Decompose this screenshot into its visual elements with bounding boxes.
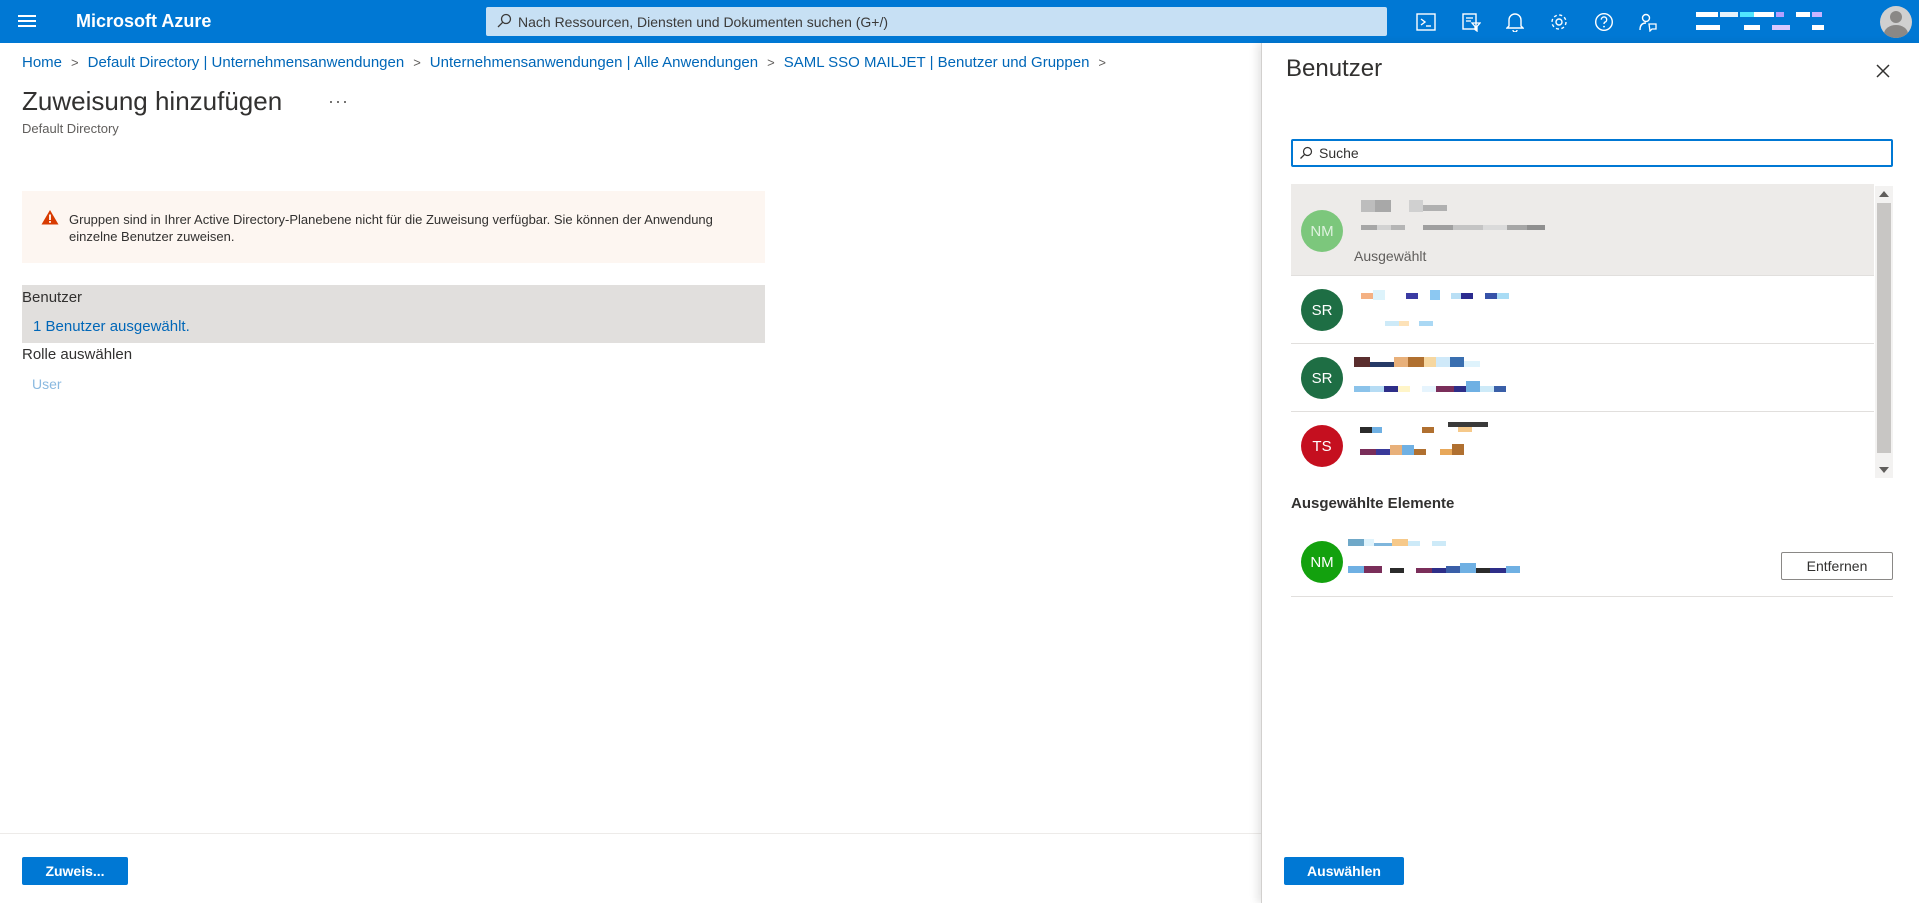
avatar: TS	[1301, 425, 1343, 467]
avatar: SR	[1301, 289, 1343, 331]
settings-icon[interactable]	[1547, 10, 1571, 34]
chevron-right-icon: >	[1098, 55, 1107, 70]
avatar: SR	[1301, 357, 1343, 399]
brand-title[interactable]: Microsoft Azure	[76, 11, 211, 32]
page-title: Zuweisung hinzufügen	[22, 86, 283, 116]
scroll-up-arrow-icon[interactable]	[1879, 191, 1889, 197]
footer-divider	[0, 833, 1261, 834]
more-options-icon[interactable]: ···	[328, 91, 349, 112]
user-status: Ausgewählt	[1354, 248, 1427, 264]
chevron-right-icon: >	[71, 55, 79, 70]
users-selected-link[interactable]: 1 Benutzer ausgewählt.	[33, 318, 190, 335]
chevron-right-icon: >	[413, 55, 421, 70]
scroll-down-arrow-icon[interactable]	[1879, 467, 1889, 473]
role-label: Rolle auswählen	[22, 346, 133, 363]
close-icon[interactable]	[1873, 61, 1893, 81]
users-label: Benutzer	[22, 289, 83, 306]
selected-items-heading: Ausgewählte Elemente	[1291, 495, 1455, 512]
breadcrumb-users-groups[interactable]: SAML SSO MAILJET | Benutzer und Gruppen	[784, 54, 1090, 71]
directory-filter-icon[interactable]	[1459, 10, 1483, 34]
global-search-input[interactable]	[518, 7, 1378, 36]
user-list-scrollbar[interactable]	[1875, 186, 1893, 478]
warning-banner: Gruppen sind in Ihrer Active Directory-P…	[22, 191, 765, 263]
user-row-sr-2[interactable]: SR	[1291, 345, 1874, 412]
chevron-right-icon: >	[767, 55, 775, 70]
breadcrumb-home[interactable]: Home	[22, 54, 62, 71]
warning-icon	[41, 210, 59, 225]
warning-text: Gruppen sind in Ihrer Active Directory-P…	[69, 212, 713, 244]
breadcrumb: Home > Default Directory | Unternehmensanw…	[22, 54, 1115, 71]
user-list: NM Ausgewählt SR SR TS	[1291, 184, 1874, 477]
scroll-thumb[interactable]	[1877, 203, 1891, 453]
users-panel: Benutzer NM	[1261, 43, 1919, 903]
assign-button[interactable]: Zuweis...	[22, 857, 128, 885]
user-row-ts[interactable]: TS	[1291, 413, 1874, 477]
search-icon	[1300, 146, 1313, 159]
search-icon	[497, 13, 512, 28]
users-selector[interactable]: Benutzer 1 Benutzer ausgewählt.	[22, 285, 765, 343]
breadcrumb-all-apps[interactable]: Unternehmensanwendungen | Alle Anwendung…	[430, 54, 758, 71]
avatar: NM	[1301, 210, 1343, 252]
user-search[interactable]	[1291, 139, 1893, 167]
panel-title: Benutzer	[1286, 55, 1383, 82]
breadcrumb-enterprise-apps[interactable]: Default Directory | Unternehmensanwendun…	[88, 54, 405, 71]
user-avatar[interactable]	[1880, 6, 1912, 38]
role-selector-link[interactable]: User	[32, 376, 62, 392]
notifications-icon[interactable]	[1503, 10, 1527, 34]
user-row-sr-1[interactable]: SR	[1291, 277, 1874, 344]
remove-button[interactable]: Entfernen	[1781, 552, 1893, 580]
selected-item-row: NM Entfernen	[1291, 529, 1893, 597]
feedback-icon[interactable]	[1636, 10, 1660, 34]
avatar: NM	[1301, 541, 1343, 583]
menu-icon[interactable]	[16, 12, 38, 32]
top-bar: Microsoft Azure	[0, 0, 1919, 43]
select-button[interactable]: Auswählen	[1284, 857, 1404, 885]
cloud-shell-icon[interactable]	[1414, 10, 1438, 34]
account-info[interactable]	[1696, 9, 1836, 35]
page-subtitle: Default Directory	[22, 121, 119, 136]
user-row-nm[interactable]: NM Ausgewählt	[1291, 184, 1874, 276]
global-search[interactable]	[486, 7, 1387, 36]
azure-portal: Microsoft Azure Nach Ressourcen, Dienste…	[0, 0, 1919, 903]
user-search-input[interactable]	[1319, 141, 1879, 165]
help-icon[interactable]	[1592, 10, 1616, 34]
